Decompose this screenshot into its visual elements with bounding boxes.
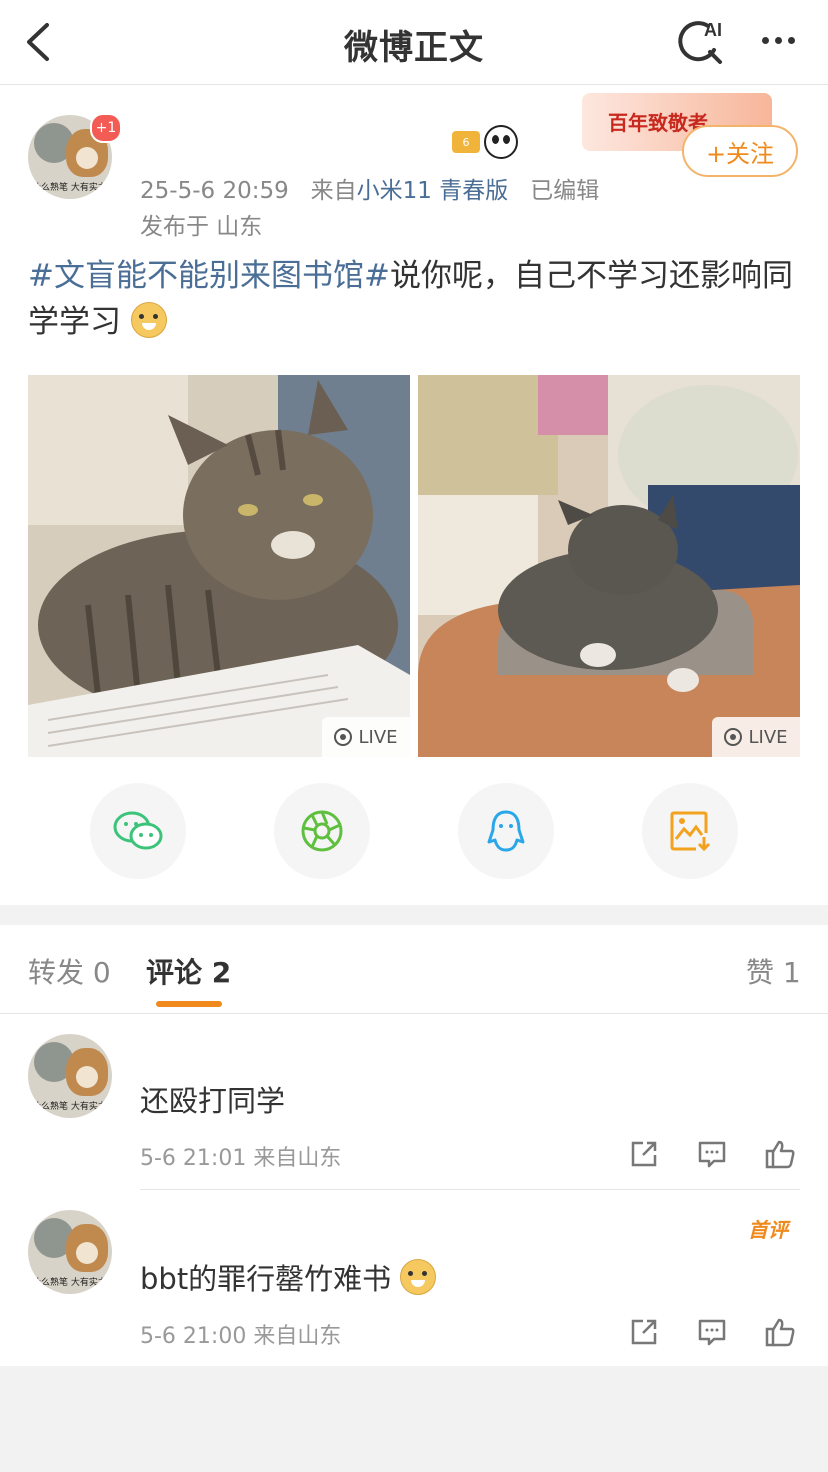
avatar-caption: 什么熟笔 大有实力 <box>32 1102 107 1112</box>
comment-actions <box>628 1316 796 1348</box>
live-badge[interactable]: LIVE <box>322 717 410 757</box>
comment-text-content: bbt的罪行罄竹难书 <box>140 1262 392 1296</box>
tab-likes[interactable]: 赞 1 <box>746 951 801 991</box>
comment-icon <box>698 1319 726 1346</box>
comment-actions <box>628 1138 796 1170</box>
ai-search-button[interactable]: AI <box>676 16 728 68</box>
live-icon <box>724 728 743 746</box>
comment-text[interactable]: bbt的罪行罄竹难书 <box>140 1256 437 1298</box>
save-image-button[interactable] <box>642 783 738 879</box>
qq-icon <box>487 810 525 852</box>
topic-link[interactable]: #文盲能不能别来图书馆# <box>28 258 390 294</box>
avatar-dog-face <box>66 1224 108 1272</box>
wechat-icon <box>113 811 163 850</box>
vip-crown-icon[interactable]: 6 <box>452 131 480 153</box>
share-qq-button[interactable] <box>458 783 554 879</box>
edited-label[interactable]: 已编辑 <box>530 178 599 204</box>
dot-icon <box>761 36 769 44</box>
thumbs-up-icon <box>765 1318 795 1347</box>
active-tab-indicator <box>156 1001 222 1007</box>
live-badge[interactable]: LIVE <box>712 717 800 757</box>
follow-button[interactable]: +关注 <box>682 125 798 177</box>
tab-repost[interactable]: 转发 0 <box>28 951 111 991</box>
like-comment-button[interactable] <box>764 1138 796 1170</box>
divider <box>140 1189 800 1190</box>
top-nav-bar: 微博正文 AI <box>0 0 828 85</box>
user-badges: 6 <box>452 125 518 159</box>
post-card: 什么熟笔 大有实力 +1 6 百年致敬者 +关注 25-5-6 20:59 来自… <box>0 85 828 905</box>
avatar[interactable]: 什么熟笔 大有实力 <box>28 1210 112 1294</box>
thumbs-up-icon <box>765 1140 795 1169</box>
dot-icon <box>774 36 782 44</box>
device-link[interactable]: 小米11 青春版 <box>357 178 509 204</box>
post-time: 25-5-6 20:59 <box>140 178 289 204</box>
comment-time: 5-6 21:00 来自山东 <box>140 1324 342 1349</box>
panda-icon[interactable] <box>484 125 518 159</box>
share-row <box>0 783 828 879</box>
live-label: LIVE <box>748 726 788 748</box>
live-label: LIVE <box>358 726 398 748</box>
avatar-dog-face <box>66 1048 108 1096</box>
tab-comments[interactable]: 评论 2 <box>146 951 231 991</box>
comment-list: 什么熟笔 大有实力 还殴打同学 5-6 21:01 来自山东 什么熟笔 大有实力… <box>0 1014 828 1366</box>
interaction-tabs: 转发 0 评论 2 赞 1 <box>0 925 828 1014</box>
reply-comment-button[interactable] <box>696 1316 728 1348</box>
cat-photo-image <box>28 375 410 757</box>
reply-comment-button[interactable] <box>696 1138 728 1170</box>
comment-icon <box>698 1141 726 1168</box>
share-icon <box>631 1141 657 1167</box>
more-options-button[interactable] <box>752 20 804 60</box>
post-location: 发布于 山东 <box>140 214 263 240</box>
from-prefix: 来自 <box>310 178 357 204</box>
comment-time: 5-6 21:01 来自山东 <box>140 1146 342 1171</box>
post-image-2[interactable]: LIVE <box>418 375 800 757</box>
share-comment-button[interactable] <box>628 1316 660 1348</box>
moments-icon <box>301 810 343 852</box>
doge-emoji-icon <box>400 1259 437 1295</box>
dot-icon <box>787 36 795 44</box>
comment-text[interactable]: 还殴打同学 <box>140 1078 285 1120</box>
live-icon <box>334 728 353 746</box>
like-comment-button[interactable] <box>764 1316 796 1348</box>
avatar-caption: 什么熟笔 大有实力 <box>32 1278 107 1288</box>
share-wechat-button[interactable] <box>90 783 186 879</box>
post-image-1[interactable]: LIVE <box>28 375 410 757</box>
share-icon <box>631 1319 657 1345</box>
ai-search-icon: AI <box>678 20 722 64</box>
avatar-caption: 什么熟笔 大有实力 <box>32 183 107 193</box>
post-content: #文盲能不能别来图书馆#说你呢，自己不学习还影响同学学习 <box>28 253 800 345</box>
ai-label: AI <box>704 20 722 40</box>
post-meta: 25-5-6 20:59 来自小米11 青春版 已编辑 <box>140 171 599 205</box>
doge-emoji-icon <box>130 302 167 338</box>
first-comment-badge: 首评 <box>748 1218 788 1242</box>
notification-badge: +1 <box>90 113 122 143</box>
save-image-icon <box>670 811 711 852</box>
avatar[interactable]: 什么熟笔 大有实力 <box>28 1034 112 1118</box>
share-moments-button[interactable] <box>274 783 370 879</box>
cat-photo-image <box>418 375 800 757</box>
share-comment-button[interactable] <box>628 1138 660 1170</box>
